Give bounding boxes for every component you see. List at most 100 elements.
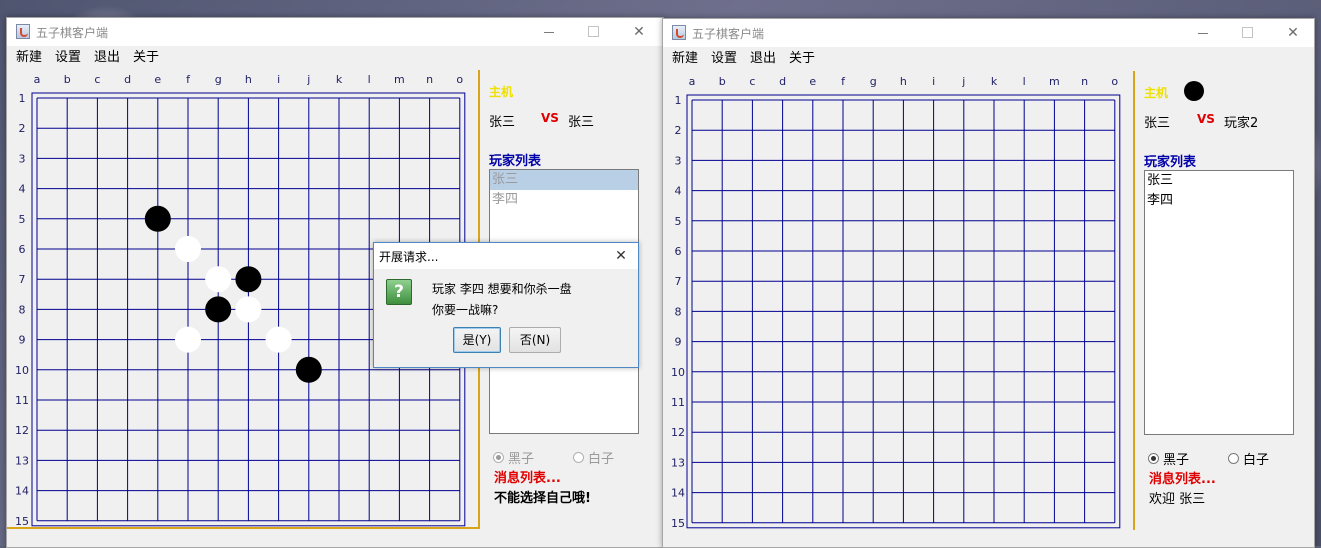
row-label: 2 — [19, 122, 26, 135]
column-label: a — [34, 73, 41, 86]
menu-new[interactable]: 新建 — [11, 46, 47, 70]
column-label: c — [749, 75, 755, 88]
column-label: e — [154, 73, 161, 86]
close-button[interactable]: ✕ — [1271, 21, 1315, 45]
title-bar[interactable]: 五子棋客户端 ✕ — [663, 19, 1314, 47]
row-label: 10 — [671, 366, 685, 379]
player2-name: 张三 — [568, 115, 595, 130]
close-icon: ✕ — [1287, 25, 1299, 41]
column-label: i — [277, 73, 280, 86]
column-label: h — [245, 73, 252, 86]
column-label: d — [779, 75, 786, 88]
minimize-icon — [544, 31, 554, 33]
maximize-button[interactable] — [571, 20, 615, 44]
column-label: l — [1023, 75, 1026, 88]
radio-white[interactable] — [1228, 453, 1239, 464]
minimize-button[interactable] — [1181, 21, 1225, 45]
column-label: n — [426, 73, 433, 86]
row-label: 10 — [15, 364, 29, 377]
list-item[interactable]: 张三 — [490, 170, 638, 190]
white-stone[interactable] — [265, 326, 292, 353]
list-item[interactable]: 张三 — [1145, 171, 1293, 191]
column-label: j — [961, 75, 965, 88]
dialog-title: 开展请求... — [379, 250, 439, 264]
column-label: h — [900, 75, 907, 88]
menu-about[interactable]: 关于 — [784, 47, 820, 71]
dialog-title-bar[interactable]: 开展请求... ✕ — [374, 243, 638, 269]
radio-black-option[interactable]: 黑子 — [493, 448, 534, 467]
menu-bar: 新建 设置 退出 关于 — [663, 47, 1314, 71]
dialog-close-button[interactable]: ✕ — [608, 245, 634, 267]
row-label: 9 — [19, 334, 26, 347]
row-label: 11 — [15, 394, 29, 407]
radio-white-option[interactable]: 白子 — [573, 448, 614, 467]
column-label: i — [932, 75, 935, 88]
radio-white-option[interactable]: 白子 — [1228, 449, 1269, 468]
maximize-icon — [587, 25, 599, 37]
java-app-icon — [672, 25, 686, 40]
column-label: k — [336, 73, 343, 86]
row-label: 14 — [15, 485, 29, 498]
black-stone[interactable] — [144, 205, 171, 232]
message-list-title: 消息列表... — [1149, 472, 1216, 487]
list-item[interactable]: 李四 — [1145, 191, 1293, 211]
menu-about[interactable]: 关于 — [128, 46, 164, 70]
column-label: d — [124, 73, 131, 86]
player-list-title: 玩家列表 — [489, 154, 542, 169]
row-label: 9 — [675, 336, 682, 349]
menu-new[interactable]: 新建 — [667, 47, 703, 71]
black-stone[interactable] — [295, 356, 322, 383]
column-label: m — [394, 73, 405, 86]
gomoku-board[interactable]: a1 b 2 c 3 d 4 e 5 f 6 g 7 h 8 i 9 j 10 k 11 l 12 m 13 n 14 o 15 — [663, 71, 1133, 530]
board-area: a 1 b 2 c 3 d 4 e 5 f 6 g 7 h 8 i 9 j 10 k 11 l 12 m 13 n 14 o 15 — [663, 71, 1133, 530]
maximize-button[interactable] — [1225, 21, 1269, 45]
black-stone[interactable] — [205, 296, 232, 323]
close-icon: ✕ — [633, 24, 645, 40]
list-item[interactable]: 李四 — [490, 190, 638, 210]
column-label: o — [1111, 75, 1118, 88]
white-stone[interactable] — [175, 236, 201, 262]
menu-settings[interactable]: 设置 — [706, 47, 742, 71]
column-label: k — [991, 75, 998, 88]
host-label: 主机 — [1144, 86, 1169, 100]
vs-label: VS — [1197, 112, 1215, 126]
window-title: 五子棋客户端 — [692, 27, 765, 41]
radio-white[interactable] — [573, 452, 584, 463]
row-label: 12 — [671, 426, 685, 439]
java-app-icon — [16, 24, 30, 39]
white-stone[interactable] — [205, 266, 232, 293]
title-bar[interactable]: 五子棋客户端 ✕ — [7, 18, 663, 46]
window-title: 五子棋客户端 — [36, 26, 109, 40]
player-list-title: 玩家列表 — [1144, 155, 1197, 170]
column-label: c — [94, 73, 100, 86]
column-label: g — [215, 73, 222, 86]
radio-black-label: 黑子 — [508, 452, 535, 467]
row-label: 13 — [671, 456, 685, 469]
board-bottom-border — [7, 527, 479, 529]
yes-button[interactable]: 是(Y) — [453, 327, 501, 353]
black-stone[interactable] — [235, 266, 262, 293]
no-button[interactable]: 否(N) — [509, 327, 561, 353]
column-label: l — [368, 73, 371, 86]
column-label: a — [689, 75, 696, 88]
radio-black[interactable] — [1148, 453, 1159, 464]
row-label: 4 — [675, 185, 682, 198]
radio-black[interactable] — [493, 452, 504, 463]
menu-bar: 新建 设置 退出 关于 — [7, 46, 663, 70]
player-list[interactable]: 张三 李四 — [1144, 170, 1294, 435]
close-button[interactable]: ✕ — [617, 20, 661, 44]
question-icon: ? — [386, 279, 412, 305]
radio-black-option[interactable]: 黑子 — [1148, 449, 1189, 468]
menu-settings[interactable]: 设置 — [50, 46, 86, 70]
row-label: 8 — [19, 303, 26, 316]
menu-exit[interactable]: 退出 — [89, 46, 125, 70]
white-stone[interactable] — [175, 326, 201, 353]
menu-exit[interactable]: 退出 — [745, 47, 781, 71]
minimize-button[interactable] — [527, 20, 571, 44]
client-window-right: 五子棋客户端 ✕ 新建 设置 退出 关于 a1 b 2 c 3 d 4 e 5 f 6 g 7 h 8 i 9 j… — [662, 18, 1315, 548]
side-panel: 主机 张三 VS 玩家2 玩家列表 张三 李四 黑子 白子 消息列表... 欢迎… — [1135, 71, 1311, 530]
white-stone[interactable] — [235, 296, 262, 323]
column-label: b — [719, 75, 726, 88]
host-label: 主机 — [489, 85, 514, 99]
column-label: o — [456, 73, 463, 86]
